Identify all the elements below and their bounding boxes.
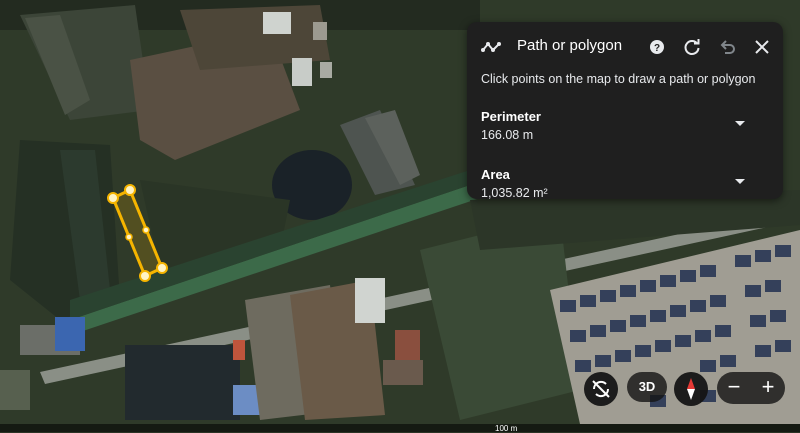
- panel-title: Path or polygon: [517, 37, 623, 54]
- zoom-out-button[interactable]: −: [717, 372, 751, 404]
- help-icon[interactable]: ?: [646, 36, 668, 58]
- area-label: Area: [481, 167, 510, 182]
- path-icon: [481, 42, 501, 52]
- measure-panel: Path or polygon ? Click points on the ma…: [467, 22, 783, 200]
- perimeter-label: Perimeter: [481, 109, 541, 124]
- zoom-controls: − +: [717, 372, 785, 404]
- close-icon[interactable]: [751, 36, 773, 58]
- area-row[interactable]: Area 1,035.82 m²: [481, 167, 767, 203]
- zoom-in-button[interactable]: +: [751, 372, 785, 404]
- status-bar: [0, 424, 800, 432]
- panel-header: Path or polygon ?: [481, 34, 771, 60]
- undo-icon[interactable]: [716, 36, 738, 58]
- instruction-text: Click points on the map to draw a path o…: [481, 72, 756, 86]
- svg-text:?: ?: [654, 43, 660, 54]
- compass-icon[interactable]: [674, 372, 708, 406]
- perimeter-unit-dropdown[interactable]: [735, 121, 745, 126]
- rotate-off-icon[interactable]: [584, 372, 618, 406]
- perimeter-value: 166.08 m: [481, 128, 534, 142]
- view-3d-button[interactable]: 3D: [627, 372, 667, 402]
- area-value: 1,035.82 m²: [481, 186, 548, 200]
- refresh-icon[interactable]: [681, 36, 703, 58]
- area-unit-dropdown[interactable]: [735, 179, 745, 184]
- perimeter-row[interactable]: Perimeter 166.08 m: [481, 109, 767, 145]
